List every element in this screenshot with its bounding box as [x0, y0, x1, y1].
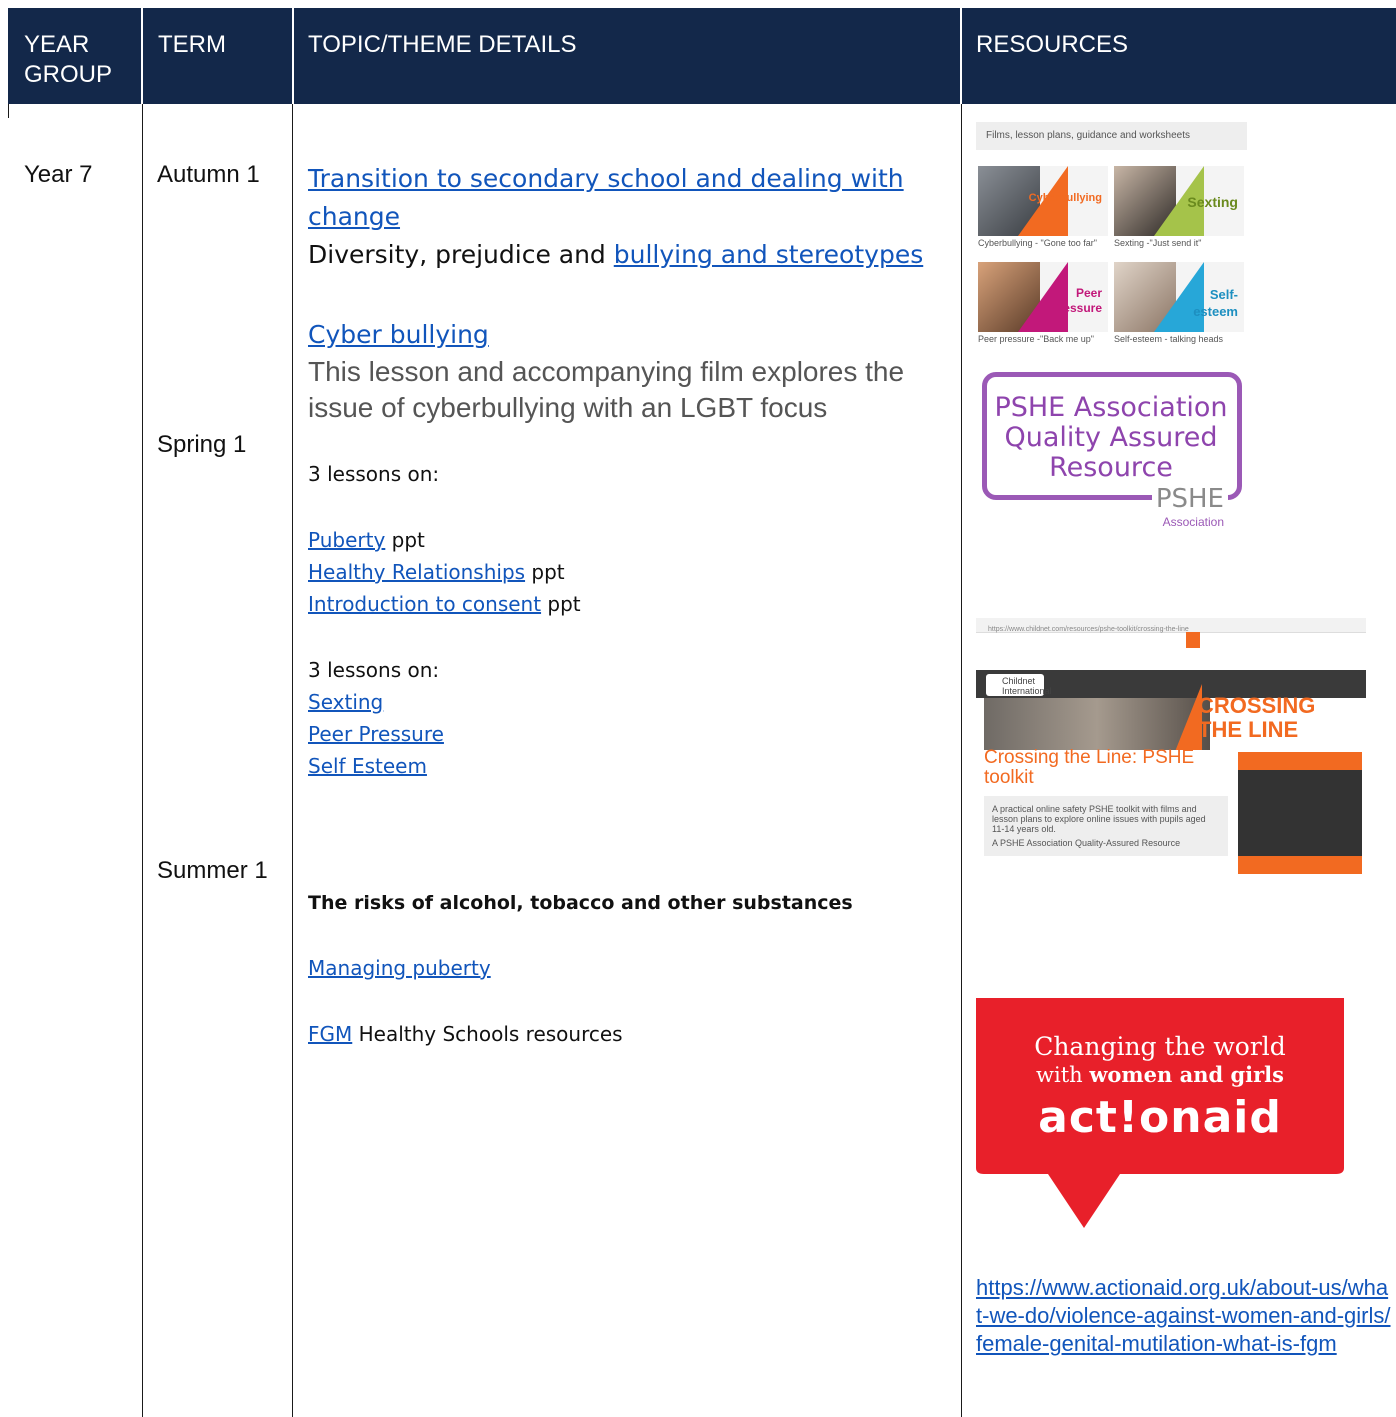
childnet-films-image: Films, lesson plans, guidance and worksh…: [976, 122, 1247, 362]
managing-puberty-link[interactable]: Managing puberty: [308, 956, 491, 980]
cyber-bullying-block: Cyber bullying: [308, 316, 489, 354]
pshe-quality-badge: PSHE Association Quality Assured Resourc…: [976, 362, 1246, 532]
fgm-block: FGM Healthy Schools resources: [308, 1018, 623, 1050]
header-divider: [960, 8, 962, 104]
actionaid-fgm-link-block: https://www.actionaid.org.uk/about-us/wh…: [976, 1274, 1392, 1358]
peer-pressure-tile: Peer Pressure: [978, 262, 1108, 332]
healthy-relationships-link[interactable]: Healthy Relationships: [308, 560, 525, 584]
header-divider: [292, 8, 294, 104]
header-topic: TOPIC/THEME DETAILS: [308, 31, 577, 58]
transition-link[interactable]: Transition to secondary school and deali…: [308, 164, 904, 231]
films-bar: Films, lesson plans, guidance and worksh…: [976, 122, 1247, 150]
cyberbullying-tile: Cyberbullying: [978, 166, 1108, 236]
pshe-logo: PSHE: [1151, 484, 1228, 514]
self-esteem-tile: Self-esteem: [1114, 262, 1244, 332]
diversity-text: Diversity, prejudice and: [308, 240, 614, 269]
header-resources: RESOURCES: [976, 31, 1129, 58]
lessons-intro-online: 3 lessons on:: [308, 658, 440, 682]
list-item: Peer Pressure: [308, 718, 444, 750]
header-term: TERM: [158, 31, 226, 58]
risks-heading: The risks of alcohol, tobacco and other …: [308, 892, 853, 914]
spring-lesson-list: Puberty ppt Healthy Relationships ppt In…: [308, 524, 581, 620]
crossing-the-line-image: https://www.childnet.com/resources/pshe-…: [976, 618, 1366, 874]
year-group-cell: Year 7: [24, 161, 93, 188]
term-summer: Summer 1: [157, 857, 268, 884]
topic-autumn-block: Transition to secondary school and deali…: [308, 160, 948, 274]
managing-puberty-block: Managing puberty: [308, 952, 491, 984]
list-item: Sexting: [308, 686, 444, 718]
list-item: Puberty ppt: [308, 528, 425, 552]
cyber-bullying-link[interactable]: Cyber bullying: [308, 320, 489, 349]
self-esteem-link[interactable]: Self Esteem: [308, 754, 427, 778]
actionaid-fgm-link[interactable]: https://www.actionaid.org.uk/about-us/wh…: [976, 1275, 1391, 1356]
column-divider: [8, 104, 9, 118]
bullying-link[interactable]: bullying and stereotypes: [614, 240, 923, 269]
header-divider: [141, 8, 143, 104]
term-autumn: Autumn 1: [157, 161, 260, 188]
column-divider: [961, 104, 962, 1417]
sexting-tile: Sexting: [1114, 166, 1244, 236]
childnet-logo: Childnet International: [986, 674, 1052, 696]
peer-pressure-link[interactable]: Peer Pressure: [308, 722, 444, 746]
fgm-link[interactable]: FGM: [308, 1022, 352, 1046]
list-item: Self Esteem: [308, 750, 444, 782]
table-header: YEAR GROUP TERM TOPIC/THEME DETAILS RESO…: [8, 8, 1396, 104]
consent-link[interactable]: Introduction to consent: [308, 592, 541, 616]
cyber-bullying-description: This lesson and accompanying film explor…: [308, 356, 905, 423]
term-spring: Spring 1: [157, 431, 247, 458]
sexting-link[interactable]: Sexting: [308, 690, 383, 714]
column-divider: [142, 104, 143, 1417]
actionaid-logo: act!onaid: [1038, 1092, 1282, 1143]
lessons-intro-spring: 3 lessons on:: [308, 462, 440, 486]
actionaid-banner: Changing the world with women and girls …: [976, 998, 1344, 1228]
list-item: Healthy Relationships ppt: [308, 560, 565, 584]
puberty-link[interactable]: Puberty: [308, 528, 385, 552]
crossing-the-line-banner: CROSSING THE LINE: [1198, 693, 1316, 742]
online-lesson-list: 3 lessons on: Sexting Peer Pressure Self…: [308, 654, 444, 782]
column-divider: [292, 104, 293, 1417]
fgm-suffix: Healthy Schools resources: [352, 1022, 623, 1046]
header-year-group: YEAR GROUP: [24, 31, 113, 88]
list-item: Introduction to consent ppt: [308, 592, 581, 616]
